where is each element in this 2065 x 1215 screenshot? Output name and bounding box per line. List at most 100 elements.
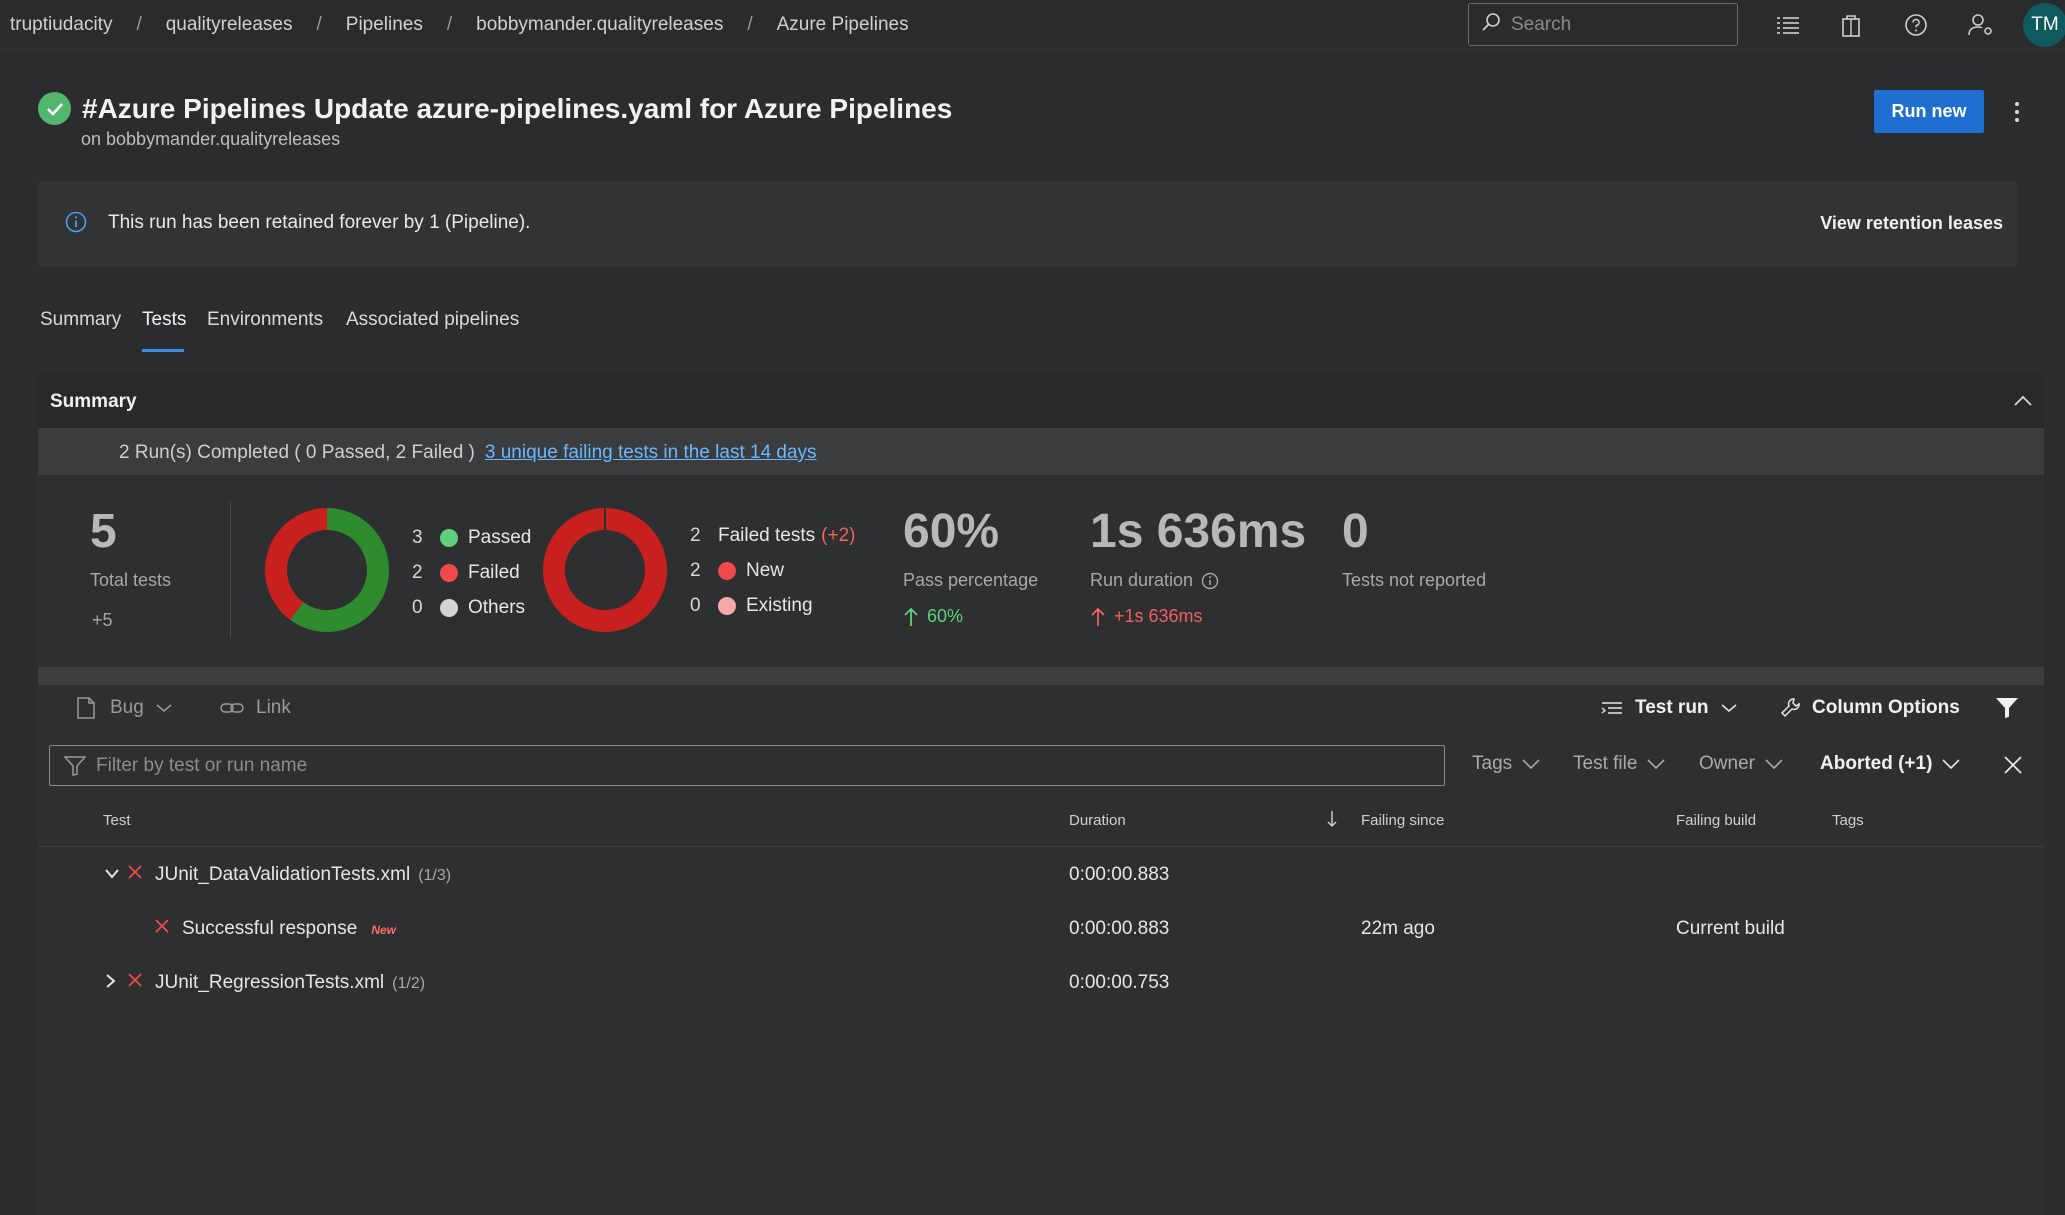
chevron-down-icon[interactable]	[105, 866, 119, 884]
filter-input[interactable]	[96, 754, 1396, 777]
test-name: JUnit_DataValidationTests.xml	[155, 864, 411, 885]
more-actions-icon[interactable]	[2005, 94, 2029, 130]
tab-summary[interactable]: Summary	[40, 309, 121, 331]
owner-dropdown[interactable]: Owner	[1699, 753, 1783, 775]
arrow-up-icon	[1091, 607, 1105, 626]
pass-percentage-delta: 60%	[903, 606, 963, 627]
new-badge: New	[371, 923, 397, 937]
legend-failed: 2 Failed	[412, 561, 520, 583]
search-input[interactable]	[1511, 13, 1731, 36]
column-header-tags[interactable]: Tags	[1832, 812, 1864, 829]
outcome-donut-chart	[263, 506, 391, 634]
section-divider	[38, 667, 2044, 685]
page-title: #Azure Pipelines Update azure-pipelines.…	[82, 92, 953, 124]
breadcrumb-current[interactable]: Azure Pipelines	[777, 14, 909, 36]
help-icon[interactable]	[1901, 10, 1931, 40]
view-retention-leases-button[interactable]: View retention leases	[1805, 207, 2015, 239]
filter-box[interactable]	[49, 745, 1445, 786]
table-row[interactable]: JUnit_RegressionTests.xml (1/2)	[155, 972, 425, 994]
new-dot-icon	[718, 561, 736, 580]
breadcrumb-pipelines[interactable]: Pipelines	[346, 14, 423, 36]
legend-existing: 0 Existing	[690, 594, 813, 616]
breadcrumb: truptiudacity / qualityreleases / Pipeline…	[10, 0, 909, 50]
link-icon	[220, 703, 244, 713]
summary-title: Summary	[50, 391, 137, 412]
existing-dot-icon	[718, 596, 736, 615]
test-count: (1/3)	[418, 867, 452, 884]
failing-tests-link[interactable]: 3 unique failing tests in the last 14 da…	[485, 442, 817, 463]
chevron-down-icon	[1721, 704, 1737, 713]
failed-dot-icon	[440, 563, 458, 582]
column-header-duration[interactable]: Duration	[1069, 812, 1126, 829]
tests-not-reported-value: 0	[1342, 505, 1369, 558]
link-button[interactable]: Link	[220, 697, 291, 719]
run-duration-label: Run duration	[1090, 570, 1219, 591]
column-header-test[interactable]: Test	[103, 812, 131, 829]
group-by-icon	[1601, 702, 1622, 714]
test-run-grouping-button[interactable]: Test run	[1601, 697, 1737, 719]
breadcrumb-separator: /	[316, 14, 322, 35]
chevron-right-icon[interactable]	[106, 974, 116, 993]
table-row[interactable]: Successful response New	[182, 918, 396, 940]
column-options-button[interactable]: Column Options	[1780, 697, 1960, 719]
breadcrumb-project[interactable]: qualityreleases	[166, 14, 293, 36]
chevron-down-icon	[1765, 759, 1783, 769]
others-dot-icon	[440, 598, 458, 617]
sort-descending-icon[interactable]	[1326, 810, 1338, 833]
run-duration-delta: +1s 636ms	[1090, 606, 1203, 627]
chevron-down-icon	[1522, 759, 1540, 769]
chevron-down-icon	[156, 704, 172, 713]
test-duration: 0:00:00.883	[1069, 864, 1170, 885]
wrench-icon	[1780, 698, 1800, 718]
search-box[interactable]	[1468, 3, 1738, 46]
arrow-up-icon	[904, 607, 918, 626]
table-row[interactable]: JUnit_DataValidationTests.xml (1/3)	[155, 864, 451, 886]
tags-dropdown[interactable]: Tags	[1472, 753, 1540, 775]
run-duration-value: 1s 636ms	[1090, 505, 1307, 558]
total-tests-delta: +5	[92, 610, 113, 630]
info-icon	[65, 211, 87, 238]
bug-icon	[77, 697, 95, 719]
test-count: (1/2)	[392, 975, 426, 992]
test-duration: 0:00:00.753	[1069, 972, 1170, 993]
legend-others: 0 Others	[412, 596, 526, 618]
outcome-dropdown[interactable]: Aborted (+1)	[1820, 753, 1961, 775]
chevron-down-icon	[1647, 759, 1665, 769]
failed-x-icon	[154, 918, 170, 939]
failing-since-value: 22m ago	[1361, 918, 1435, 939]
avatar[interactable]: TM	[2023, 3, 2065, 47]
column-header-failing-build[interactable]: Failing build	[1676, 812, 1756, 829]
column-header-failing-since[interactable]: Failing since	[1361, 812, 1444, 829]
failed-tests-delta: (+2)	[821, 524, 856, 546]
filter-funnel-icon[interactable]	[1995, 697, 2019, 724]
filter-icon	[64, 755, 86, 776]
passed-dot-icon	[440, 528, 458, 547]
tab-environments[interactable]: Environments	[207, 309, 323, 331]
pass-percentage-label: Pass percentage	[903, 570, 1039, 590]
task-list-icon[interactable]	[1773, 10, 1803, 40]
breadcrumb-separator: /	[136, 14, 142, 35]
chevron-up-icon[interactable]	[2013, 394, 2033, 413]
marketplace-bag-icon[interactable]	[1836, 10, 1866, 40]
test-file-dropdown[interactable]: Test file	[1573, 753, 1665, 775]
failing-build-value[interactable]: Current build	[1676, 918, 1785, 940]
pass-percentage-value: 60%	[903, 505, 1000, 558]
bug-button[interactable]: Bug	[76, 697, 172, 719]
user-settings-icon[interactable]	[1966, 10, 1996, 40]
failed-x-icon	[127, 972, 143, 993]
tab-associated-pipelines[interactable]: Associated pipelines	[346, 309, 519, 331]
outcome-legend: 3 Passed 2 Failed 0 Others	[412, 520, 531, 625]
failed-x-icon	[127, 864, 143, 885]
summary-header[interactable]	[38, 374, 2044, 428]
test-name: Successful response	[182, 918, 358, 939]
tab-tests[interactable]: Tests	[142, 309, 186, 331]
legend-new: 2 New	[690, 559, 785, 581]
breadcrumb-org[interactable]: truptiudacity	[10, 14, 112, 36]
run-new-button[interactable]: Run new	[1874, 90, 1984, 133]
breadcrumb-pipeline[interactable]: bobbymander.qualityreleases	[476, 14, 723, 36]
retention-message: This run has been retained forever by 1 …	[108, 212, 531, 233]
runs-completed-text: 2 Run(s) Completed ( 0 Passed, 2 Failed …	[119, 442, 475, 463]
stats-divider	[230, 502, 231, 637]
search-icon	[1481, 12, 1501, 37]
clear-filters-close-icon[interactable]	[2003, 755, 2023, 780]
